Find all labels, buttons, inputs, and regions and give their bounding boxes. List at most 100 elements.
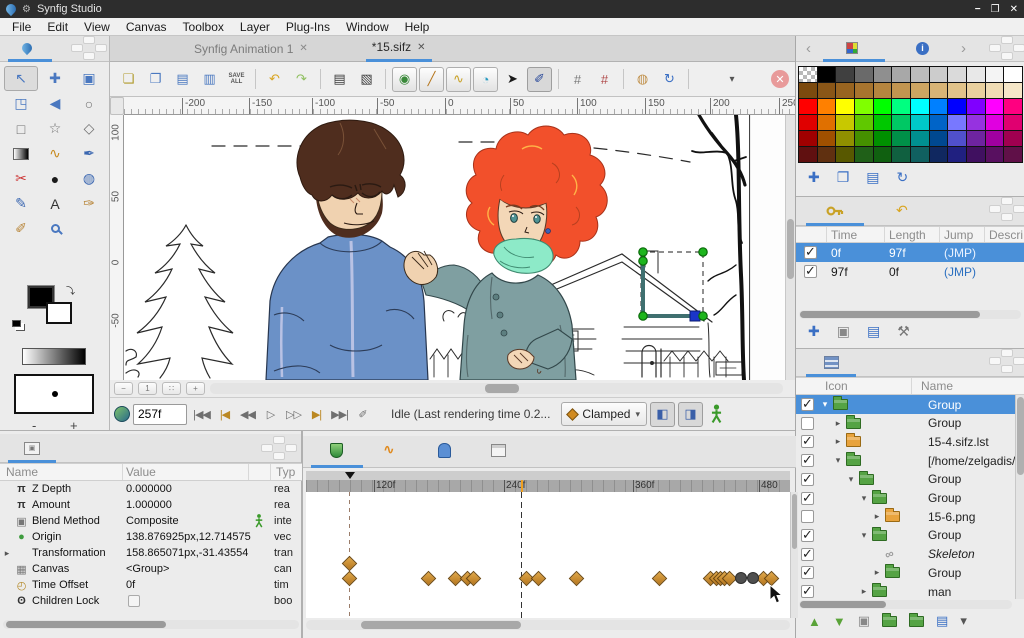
ungroup-layer-button[interactable] <box>909 612 925 627</box>
layers-hscrollbar[interactable] <box>799 600 1012 609</box>
palette-swatch[interactable] <box>966 115 985 130</box>
palette-swatch[interactable] <box>817 67 836 82</box>
layer-row[interactable]: ▾ [/home/zelgadis/ <box>796 451 1015 470</box>
palette-swatch[interactable] <box>817 131 836 146</box>
tab-close-icon[interactable]: ✕ <box>299 43 307 54</box>
layer-checkbox[interactable] <box>801 510 814 524</box>
maximize-button[interactable]: ❐ <box>991 4 1000 15</box>
layer-checkbox[interactable] <box>801 471 814 487</box>
palette-swatch[interactable] <box>892 99 910 114</box>
seek-next-keyframe-button[interactable]: ▶| <box>305 403 328 426</box>
timetrack-hscrollbar[interactable] <box>306 620 790 630</box>
layer-row[interactable]: ▾ Group <box>796 470 1015 489</box>
palette-swatch[interactable] <box>985 83 1004 98</box>
rectangle-tool[interactable]: □ <box>4 116 38 141</box>
palette-swatch[interactable] <box>892 67 910 82</box>
param-row[interactable] <box>0 609 302 618</box>
seek-next-frame-button[interactable]: ▷▷ <box>282 403 305 426</box>
palette-swatch[interactable] <box>836 83 854 98</box>
tab-timetrack[interactable] <box>330 443 343 458</box>
animate-pen-button[interactable]: ✐ <box>527 66 552 92</box>
horizontal-ruler[interactable]: -200 -150 -100 -50 0 50 100 150 200 250 <box>124 97 795 115</box>
scale-tool[interactable]: ◳ <box>4 91 38 116</box>
document-tab[interactable]: *15.sifz ✕ <box>365 36 432 62</box>
lower-layer-button[interactable]: ▼ <box>833 614 846 629</box>
prev-panel-icon[interactable]: ‹ <box>806 40 811 57</box>
width-tool[interactable]: ◀ <box>38 91 72 116</box>
smooth-move-tool[interactable]: ✚ <box>38 66 72 91</box>
lock-past-keyframe-button[interactable]: ◧ <box>649 401 675 427</box>
save-palette-button[interactable]: ▤ <box>866 169 879 186</box>
play-button[interactable]: ▷ <box>259 403 282 426</box>
param-row[interactable]: π Z Depth 0.000000 rea <box>0 481 302 497</box>
keyframe-jump-link[interactable]: (JMP) <box>944 246 976 260</box>
tab-canvas-browser[interactable] <box>491 444 506 457</box>
toolbar-dropdown-icon[interactable]: ▾ <box>715 74 748 85</box>
palette-swatch[interactable] <box>854 147 873 162</box>
layers-vscrollbar[interactable] <box>1015 395 1024 599</box>
seek-begin-button[interactable]: |◀◀ <box>190 403 213 426</box>
palette-swatch[interactable] <box>948 83 966 98</box>
brush-tool[interactable]: ✐ <box>4 216 38 241</box>
tree-expander-icon[interactable]: ▸ <box>833 418 843 429</box>
next-panel-icon[interactable]: › <box>961 40 966 57</box>
canvas-menu-icon[interactable] <box>114 406 130 422</box>
minimize-button[interactable]: − <box>975 4 981 15</box>
zoom-tool[interactable] <box>38 216 72 241</box>
lock-future-keyframe-button[interactable]: ◨ <box>677 401 703 427</box>
star-tool[interactable]: ☆ <box>38 116 72 141</box>
palette-swatch[interactable] <box>985 131 1004 146</box>
tree-expander-icon[interactable]: ▾ <box>859 530 869 541</box>
tree-expander-icon[interactable]: ▾ <box>859 493 869 504</box>
palette-swatch[interactable] <box>817 83 836 98</box>
palette-swatch[interactable] <box>854 83 873 98</box>
waypoint-diamond[interactable] <box>341 555 358 572</box>
palette-swatch[interactable] <box>948 115 966 130</box>
palette-swatch[interactable] <box>910 99 929 114</box>
dock-control[interactable] <box>989 36 1024 62</box>
layer-checkbox[interactable] <box>801 583 814 599</box>
duplicate-keyframe-button[interactable]: ▣ <box>837 323 850 340</box>
keyframe-jump-link[interactable]: (JMP) <box>944 265 976 279</box>
snap-grid-button[interactable]: # <box>592 67 617 92</box>
tree-expander-icon[interactable]: ▾ <box>846 474 856 485</box>
palette-swatch[interactable] <box>948 147 966 162</box>
palette-swatch[interactable] <box>1004 131 1022 146</box>
layer-checkbox[interactable] <box>801 396 814 412</box>
default-gradient-swatch[interactable] <box>22 348 86 365</box>
info-icon[interactable] <box>916 42 929 55</box>
param-row[interactable]: ● Origin 138.876925px,12.714575 vec <box>0 529 302 545</box>
toggle-width-handles-button[interactable]: ∿ <box>446 66 471 92</box>
tree-expander-icon[interactable]: ▾ <box>820 399 830 410</box>
palette-swatch[interactable] <box>799 131 817 146</box>
mirror-tool[interactable]: ▣ <box>72 66 106 91</box>
palette-swatch[interactable] <box>799 99 817 114</box>
palette-swatch[interactable] <box>948 131 966 146</box>
current-time-field[interactable] <box>133 403 187 425</box>
layer-checkbox[interactable] <box>801 433 814 449</box>
palette-swatch[interactable] <box>836 115 854 130</box>
timebar-cursor-triangle[interactable] <box>345 472 355 479</box>
vertical-ruler[interactable]: 100 50 0 -50 <box>110 115 124 380</box>
toggle-rendered-button[interactable]: − <box>114 382 133 395</box>
seek-prev-frame-button[interactable]: ◀◀ <box>236 403 259 426</box>
palette-swatch[interactable] <box>1004 83 1022 98</box>
palette-swatch[interactable] <box>836 99 854 114</box>
timebar-top[interactable] <box>306 471 790 480</box>
param-row[interactable]: ▦ Canvas <Group> can <box>0 561 302 577</box>
palette-swatch[interactable] <box>948 67 966 82</box>
bone-setup-button[interactable]: ➤ <box>500 67 525 92</box>
group-layer-button[interactable] <box>882 612 898 627</box>
waypoint-diamond[interactable] <box>530 570 547 587</box>
param-row[interactable]: ʘ Children Lock boo <box>0 593 302 609</box>
keyframes-hscrollbar[interactable] <box>799 310 1021 319</box>
palette-swatch[interactable] <box>985 147 1004 162</box>
palette-swatch[interactable] <box>817 99 836 114</box>
camera-icon[interactable]: ▧ <box>354 67 379 92</box>
paintbucket-tool[interactable]: ◍ <box>72 166 106 191</box>
menu-window[interactable]: Window <box>338 18 397 36</box>
keyframe-checkbox[interactable] <box>804 244 817 260</box>
palette-swatch[interactable] <box>929 115 948 130</box>
swap-colors-icon[interactable]: ⤵ <box>66 284 75 297</box>
layers-tab-icon[interactable] <box>824 356 839 369</box>
